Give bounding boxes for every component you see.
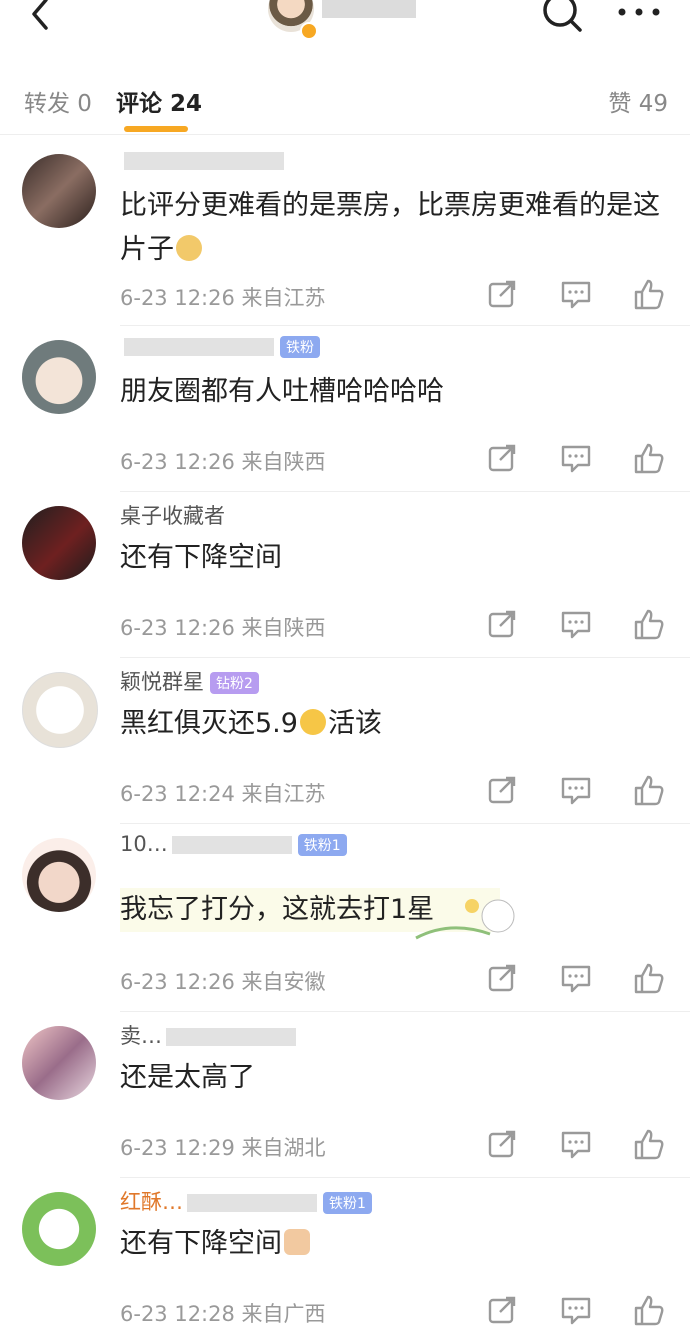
fan-badge: 铁粉1 [297, 834, 347, 856]
avatar[interactable] [22, 340, 96, 414]
like-thumb-icon[interactable] [632, 278, 664, 310]
comment-actions [486, 962, 666, 994]
share-icon[interactable] [486, 442, 518, 474]
comment-text: 黑红俱灭还5.9 活该 [120, 708, 382, 739]
like-thumb-icon[interactable] [632, 608, 664, 640]
doge-face-emoji [176, 235, 202, 261]
like-thumb-icon[interactable] [632, 442, 664, 474]
avatar[interactable] [22, 154, 96, 228]
comment-meta: 6-23 12:26 来自陕西 [120, 450, 326, 474]
fan-badge: 铁粉 [280, 336, 320, 358]
tab-repost[interactable]: 转发 0 [24, 84, 92, 118]
like-thumb-icon[interactable] [632, 774, 664, 806]
comment-item: 卖… 还是太高了 6-23 12:29 来自湖北 [0, 1012, 690, 1178]
comment-item: 红酥… 铁粉1 还有下降空间 6-23 12:28 来自广西 [0, 1178, 690, 1328]
comment-text: 朋友圈都有人吐槽哈哈哈哈 [120, 376, 444, 407]
comment-username[interactable] [120, 148, 284, 172]
comment-item: 10… 铁粉1 我忘了打分，这就去打1星 6-23 12:26 来自安徽 [0, 824, 690, 1012]
share-icon[interactable] [486, 1294, 518, 1326]
share-icon[interactable] [486, 1128, 518, 1160]
author-name-blurred [322, 0, 416, 18]
share-icon[interactable] [486, 278, 518, 310]
comment-username[interactable]: 铁粉 [120, 334, 320, 358]
tab-bar: 转发 0 评论 24 赞 49 [0, 70, 690, 135]
share-icon[interactable] [486, 774, 518, 806]
comment-meta: 6-23 12:24 来自江苏 [120, 782, 326, 806]
like-thumb-icon[interactable] [632, 1294, 664, 1326]
reply-icon[interactable] [560, 1128, 592, 1160]
top-bar [0, 0, 690, 52]
like-thumb-icon[interactable] [632, 1128, 664, 1160]
reply-icon[interactable] [560, 774, 592, 806]
share-icon[interactable] [486, 608, 518, 640]
fan-badge: 钻粉2 [210, 672, 259, 694]
comment-item: 比评分更难看的是票房，比票房更难看的是这片子 6-23 12:26 来自江苏 [0, 140, 690, 326]
more-dots-icon[interactable] [616, 4, 662, 20]
ai-search-icon[interactable] [540, 0, 584, 36]
comment-meta: 6-23 12:28 来自广西 [120, 1302, 326, 1326]
smile-emoji [299, 709, 326, 735]
avatar[interactable] [22, 1026, 96, 1100]
comment-text: 比评分更难看的是票房，比票房更难看的是这片子 [120, 190, 660, 265]
avatar[interactable] [22, 1192, 96, 1266]
reply-icon[interactable] [560, 608, 592, 640]
fan-badge: 铁粉1 [323, 1192, 372, 1214]
comment-meta: 6-23 12:26 来自安徽 [120, 970, 326, 994]
avatar[interactable] [22, 838, 96, 912]
like-thumb-icon[interactable] [632, 962, 664, 994]
reply-icon[interactable] [560, 278, 592, 310]
comment-meta: 6-23 12:26 来自陕西 [120, 616, 326, 640]
comment-text: 还是太高了 [120, 1062, 255, 1093]
comment-username[interactable]: 桌子收藏者 [120, 500, 225, 530]
avatar[interactable] [22, 506, 96, 580]
comment-actions [486, 1128, 666, 1160]
comment-actions [486, 442, 666, 474]
avatar[interactable] [22, 672, 98, 748]
reply-icon[interactable] [560, 442, 592, 474]
verified-badge-icon [300, 22, 318, 40]
back-chevron-icon[interactable] [22, 0, 62, 34]
comment-actions [486, 774, 666, 806]
comment-username[interactable]: 红酥… 铁粉1 [120, 1186, 372, 1216]
comment-actions [486, 278, 666, 310]
tab-comments[interactable]: 评论 24 [116, 84, 202, 118]
comment-meta: 6-23 12:29 来自湖北 [120, 1136, 326, 1160]
reply-icon[interactable] [560, 1294, 592, 1326]
flower-sticker-icon [415, 899, 515, 940]
comment-username[interactable]: 10… 铁粉1 [120, 832, 347, 856]
share-icon[interactable] [486, 962, 518, 994]
comment-text: 还有下降空间 [120, 542, 282, 573]
comment-actions [486, 1294, 666, 1326]
active-tab-indicator [124, 126, 188, 132]
comment-meta: 6-23 12:26 来自江苏 [120, 286, 326, 310]
reply-icon[interactable] [560, 962, 592, 994]
comment-item: 颖悦群星 钻粉2 黑红俱灭还5.9 活该 6-23 12:24 来自江苏 [0, 658, 690, 824]
comment-username[interactable]: 卖… [120, 1020, 296, 1050]
victory-hand-emoji [284, 1229, 310, 1255]
comment-item: 铁粉 朋友圈都有人吐槽哈哈哈哈 6-23 12:26 来自陕西 [0, 326, 690, 492]
comment-text: 还有下降空间 [120, 1222, 680, 1266]
tab-likes[interactable]: 赞 49 [608, 84, 668, 118]
comment-item: 桌子收藏者 还有下降空间 6-23 12:26 来自陕西 [0, 492, 690, 658]
comment-username[interactable]: 颖悦群星 钻粉2 [120, 666, 259, 696]
comment-actions [486, 608, 666, 640]
